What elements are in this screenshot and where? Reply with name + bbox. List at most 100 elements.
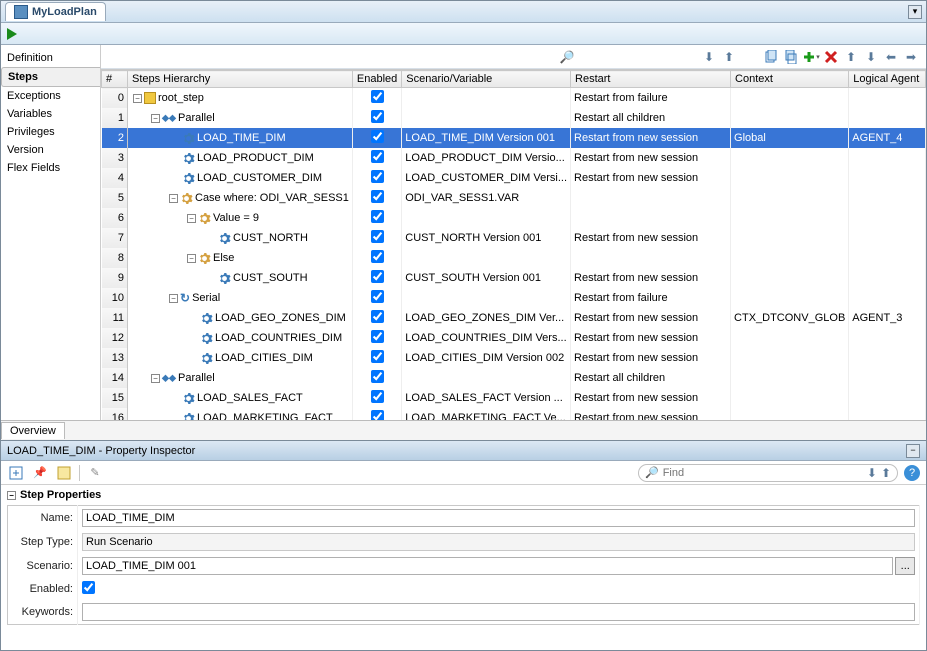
move-down-button[interactable]: ⬇ [862,48,880,66]
add-button[interactable]: ▾ [802,48,820,66]
search-down-icon[interactable]: ⬇ [700,48,718,66]
tree-toggle-icon[interactable]: − [187,214,196,223]
enabled-checkbox[interactable] [371,370,384,383]
enabled-checkbox[interactable] [371,350,384,363]
column-header[interactable]: Context [731,71,849,88]
agent-cell [849,168,926,188]
table-row[interactable]: 3LOAD_PRODUCT_DIMLOAD_PRODUCT_DIM Versio… [102,148,926,168]
table-row[interactable]: 14−⬥⬥ParallelRestart all children [102,368,926,388]
run-button[interactable] [7,28,17,40]
move-left-button[interactable]: ⬅ [882,48,900,66]
enabled-checkbox[interactable] [371,330,384,343]
enabled-checkbox[interactable] [371,130,384,143]
table-row[interactable]: 2LOAD_TIME_DIMLOAD_TIME_DIM Version 001R… [102,128,926,148]
tree-toggle-icon[interactable]: − [169,294,178,303]
enabled-checkbox[interactable] [371,310,384,323]
table-row[interactable]: 5−Case where: ODI_VAR_SESS1ODI_VAR_SESS1… [102,188,926,208]
tree-toggle-icon[interactable]: − [187,254,196,263]
move-right-button[interactable]: ➡ [902,48,920,66]
column-header[interactable]: Restart [571,71,731,88]
enabled-checkbox[interactable] [371,230,384,243]
enabled-checkbox[interactable] [371,210,384,223]
inspector-title: LOAD_TIME_DIM - Property Inspector [7,445,195,457]
paste-button[interactable] [782,48,800,66]
side-tab-version[interactable]: Version [1,141,100,159]
context-cell [731,368,849,388]
side-tab-definition[interactable]: Definition [1,49,100,67]
table-row[interactable]: 0−root_stepRestart from failure [102,88,926,109]
side-tab-variables[interactable]: Variables [1,105,100,123]
table-row[interactable]: 8−Else [102,248,926,268]
tree-toggle-icon[interactable]: − [169,194,178,203]
find-down-icon[interactable]: ⬇ [867,466,877,480]
search-icon[interactable]: 🔎 [558,48,576,66]
enabled-checkbox[interactable] [371,110,384,123]
group-toggle-icon[interactable]: − [7,491,16,500]
enabled-checkbox[interactable] [371,390,384,403]
table-row[interactable]: 15LOAD_SALES_FACTLOAD_SALES_FACT Version… [102,388,926,408]
table-row[interactable]: 12LOAD_COUNTRIES_DIMLOAD_COUNTRIES_DIM V… [102,328,926,348]
scenario-browse-button[interactable]: ... [895,557,915,575]
table-row[interactable]: 7CUST_NORTHCUST_NORTH Version 001Restart… [102,228,926,248]
steps-grid[interactable]: #Steps HierarchyEnabledScenario/Variable… [101,69,926,420]
delete-button[interactable] [822,48,840,66]
group-header[interactable]: − Step Properties [1,485,926,505]
inspector-minimize-button[interactable]: − [906,444,920,458]
enabled-label: Enabled: [8,578,78,600]
freeze-icon[interactable] [55,464,73,482]
copy-button[interactable] [762,48,780,66]
enabled-checkbox[interactable] [371,190,384,203]
find-up-icon[interactable]: ⬆ [881,466,891,480]
move-up-button[interactable]: ⬆ [842,48,860,66]
tree-toggle-icon[interactable]: − [151,114,160,123]
column-header[interactable]: Steps Hierarchy [128,71,353,88]
table-row[interactable]: 13LOAD_CITIES_DIMLOAD_CITIES_DIM Version… [102,348,926,368]
table-row[interactable]: 16LOAD_MARKETING_FACTLOAD_MARKETING_FACT… [102,408,926,420]
find-box[interactable]: 🔎 ⬇ ⬆ [638,464,898,482]
enabled-checkbox[interactable] [371,90,384,103]
restart-cell: Restart all children [571,108,731,128]
column-header[interactable]: Logical Agent [849,71,926,88]
table-row[interactable]: 11LOAD_GEO_ZONES_DIMLOAD_GEO_ZONES_DIM V… [102,308,926,328]
inspector-find-icon[interactable] [7,464,25,482]
enabled-checkbox[interactable] [371,250,384,263]
restart-cell: Restart from new session [571,408,731,420]
table-row[interactable]: 10−↻SerialRestart from failure [102,288,926,308]
edit-icon[interactable]: ✎ [86,464,104,482]
side-tab-privileges[interactable]: Privileges [1,123,100,141]
enabled-checkbox[interactable] [371,290,384,303]
column-header[interactable]: # [102,71,128,88]
overview-tab[interactable]: Overview [1,422,65,439]
side-tab-steps[interactable]: Steps [1,67,100,87]
side-tab-exceptions[interactable]: Exceptions [1,87,100,105]
step-label: Value = 9 [213,212,259,224]
enabled-checkbox[interactable] [371,270,384,283]
enabled-checkbox[interactable] [371,150,384,163]
window-menu-button[interactable]: ▾ [908,5,922,19]
pin-icon[interactable]: 📌 [31,464,49,482]
keywords-input[interactable] [82,603,915,621]
tree-toggle-icon[interactable]: − [151,374,160,383]
table-row[interactable]: 4LOAD_CUSTOMER_DIMLOAD_CUSTOMER_DIM Vers… [102,168,926,188]
tree-toggle-icon[interactable]: − [133,94,142,103]
row-number: 13 [102,348,128,368]
name-input[interactable] [82,509,915,527]
table-row[interactable]: 1−⬥⬥ParallelRestart all children [102,108,926,128]
find-input[interactable] [663,467,863,479]
enabled-checkbox[interactable] [371,410,384,420]
context-cell [731,88,849,109]
column-header[interactable]: Enabled [352,71,401,88]
enabled-checkbox[interactable] [82,581,95,594]
document-tab[interactable]: MyLoadPlan [5,2,106,21]
step-label: Case where: ODI_VAR_SESS1 [195,192,349,204]
table-row[interactable]: 6−Value = 9 [102,208,926,228]
scenario-cell: LOAD_SALES_FACT Version ... [402,388,571,408]
column-header[interactable]: Scenario/Variable [402,71,571,88]
help-icon[interactable]: ? [904,465,920,481]
enabled-checkbox[interactable] [371,170,384,183]
table-row[interactable]: 9CUST_SOUTHCUST_SOUTH Version 001Restart… [102,268,926,288]
agent-cell [849,288,926,308]
side-tab-flex-fields[interactable]: Flex Fields [1,159,100,177]
scenario-input[interactable] [82,557,893,575]
search-up-icon[interactable]: ⬆ [720,48,738,66]
